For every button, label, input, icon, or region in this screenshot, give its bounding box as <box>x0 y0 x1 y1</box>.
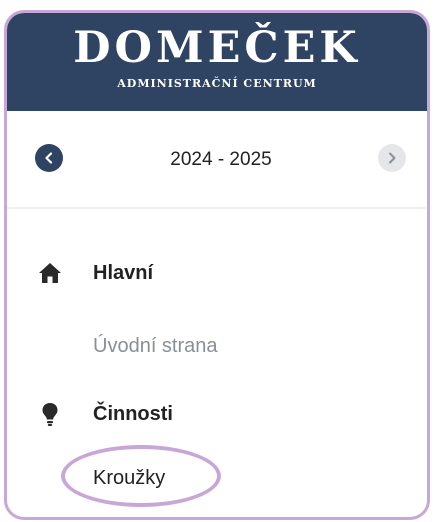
lightbulb-icon <box>37 401 63 427</box>
year-selector: 2024 - 2025 <box>7 111 427 209</box>
app-header: Domeček Administrační centrum <box>7 13 427 111</box>
menu-section-label: Činnosti <box>93 402 173 425</box>
brand-subtitle: Administrační centrum <box>117 77 317 90</box>
menu-section-activities[interactable]: Činnosti <box>7 394 427 434</box>
menu-section-label: Hlavní <box>93 261 154 284</box>
menu-item-home-page[interactable]: Úvodní strana <box>93 331 218 361</box>
sidebar-panel: Domeček Administrační centrum 2024 - 202… <box>4 10 430 520</box>
next-year-button[interactable] <box>378 144 406 172</box>
chevron-left-icon <box>45 152 53 164</box>
school-year-label: 2024 - 2025 <box>170 149 272 170</box>
menu-item-clubs[interactable]: Kroužky <box>93 463 165 493</box>
chevron-right-icon <box>389 152 396 164</box>
menu-section-main[interactable]: Hlavní <box>7 253 427 293</box>
home-icon <box>37 260 63 286</box>
brand-title: Domeček <box>73 23 361 73</box>
previous-year-button[interactable] <box>35 144 63 172</box>
